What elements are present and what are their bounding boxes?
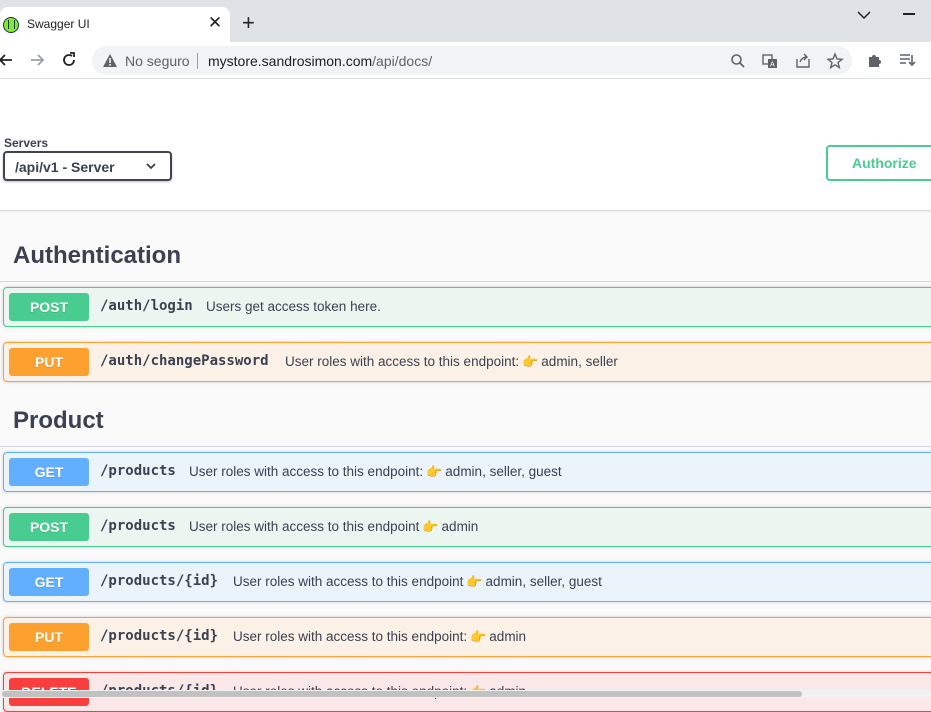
roles-text: admin, seller bbox=[541, 354, 618, 369]
svg-text:A: A bbox=[770, 62, 775, 69]
operation-path: /auth/login bbox=[100, 298, 193, 314]
swagger-favicon-icon bbox=[3, 17, 19, 33]
chevron-down-icon bbox=[146, 163, 156, 170]
method-badge: GET bbox=[9, 458, 89, 486]
method-badge: POST bbox=[9, 513, 89, 541]
operation-get-product-by-id[interactable]: GET /products/{id} User roles with acces… bbox=[3, 562, 931, 602]
minimize-window-icon[interactable] bbox=[903, 13, 915, 15]
description-text: Users get access token here. bbox=[206, 299, 381, 314]
browser-tab-bar: Swagger UI ✕ + bbox=[0, 0, 931, 42]
roles-text: admin bbox=[489, 629, 527, 644]
operation-description: User roles with access to this endpoint 👉… bbox=[189, 519, 478, 535]
section-divider bbox=[0, 281, 931, 282]
omnibox-separator bbox=[197, 53, 198, 69]
method-badge: GET bbox=[9, 568, 89, 596]
close-tab-icon[interactable]: ✕ bbox=[207, 13, 223, 33]
operation-path: /products bbox=[100, 463, 176, 479]
scrollbar-thumb[interactable] bbox=[2, 691, 802, 697]
roles-text: admin bbox=[441, 519, 479, 534]
operation-path: /auth/changePassword bbox=[100, 353, 269, 369]
bookmark-star-icon[interactable] bbox=[826, 52, 844, 70]
server-select[interactable]: /api/v1 - Server bbox=[3, 151, 172, 181]
pointing-hand-icon: 👉 bbox=[466, 574, 483, 589]
share-icon[interactable] bbox=[794, 52, 812, 70]
method-badge: POST bbox=[9, 293, 89, 321]
method-badge: PUT bbox=[9, 348, 89, 376]
warning-icon[interactable] bbox=[102, 53, 118, 68]
address-bar[interactable]: No seguro mystore.sandrosimon.com/api/do… bbox=[92, 46, 852, 75]
authorize-label: Authorize bbox=[852, 155, 917, 171]
horizontal-scrollbar[interactable] bbox=[0, 690, 931, 698]
swagger-header-band bbox=[0, 79, 931, 112]
url-host: mystore.sandrosimon.com bbox=[208, 53, 373, 69]
servers-label: Servers bbox=[4, 136, 49, 150]
section-divider bbox=[0, 446, 931, 447]
operation-description: User roles with access to this endpoint:… bbox=[233, 629, 526, 645]
operation-get-products[interactable]: GET /products User roles with access to … bbox=[3, 452, 931, 492]
browser-toolbar: No seguro mystore.sandrosimon.com/api/do… bbox=[0, 42, 931, 79]
browser-tab[interactable]: Swagger UI ✕ bbox=[0, 7, 230, 42]
translate-icon[interactable]: A bbox=[761, 52, 779, 70]
operation-path: /products/{id} bbox=[100, 573, 219, 589]
description-text: User roles with access to this endpoint bbox=[233, 574, 464, 589]
operation-description: User roles with access to this endpoint 👉… bbox=[233, 574, 602, 590]
roles-text: admin, seller, guest bbox=[445, 464, 562, 479]
forward-arrow-icon[interactable] bbox=[27, 50, 47, 70]
url-path: /api/docs/ bbox=[372, 53, 433, 69]
section-title-authentication[interactable]: Authentication bbox=[13, 242, 181, 270]
operation-path: /products/{id} bbox=[100, 628, 219, 644]
description-text: User roles with access to this endpoint: bbox=[189, 464, 424, 479]
operation-path: /products bbox=[100, 518, 176, 534]
description-text: User roles with access to this endpoint: bbox=[233, 629, 468, 644]
extensions-puzzle-icon[interactable] bbox=[866, 51, 884, 69]
back-arrow-icon[interactable] bbox=[0, 50, 16, 70]
scheme-container: Servers /api/v1 - Server Authorize bbox=[0, 111, 931, 211]
section-title-product[interactable]: Product bbox=[13, 407, 104, 435]
insecure-label[interactable]: No seguro bbox=[125, 53, 190, 69]
operation-put-product-by-id[interactable]: PUT /products/{id} User roles with acces… bbox=[3, 617, 931, 657]
operation-post-products[interactable]: POST /products User roles with access to… bbox=[3, 507, 931, 547]
reload-icon[interactable] bbox=[59, 50, 79, 70]
operation-put-auth-changepassword[interactable]: PUT /auth/changePassword User roles with… bbox=[3, 342, 931, 382]
new-tab-button[interactable]: + bbox=[242, 11, 255, 35]
description-text: User roles with access to this endpoint bbox=[189, 519, 420, 534]
pointing-hand-icon: 👉 bbox=[470, 629, 487, 644]
tab-title: Swagger UI bbox=[27, 17, 90, 31]
selected-server: /api/v1 - Server bbox=[15, 159, 115, 175]
authorize-button[interactable]: Authorize bbox=[826, 145, 931, 181]
pointing-hand-icon: 👉 bbox=[422, 519, 439, 534]
operation-description: User roles with access to this endpoint:… bbox=[189, 464, 562, 480]
method-badge: PUT bbox=[9, 623, 89, 651]
reading-list-icon[interactable] bbox=[898, 51, 916, 69]
operation-post-auth-login[interactable]: POST /auth/login Users get access token … bbox=[3, 287, 931, 327]
tab-search-chevron-icon[interactable] bbox=[855, 8, 873, 22]
pointing-hand-icon: 👉 bbox=[522, 354, 539, 369]
roles-text: admin, seller, guest bbox=[485, 574, 602, 589]
description-text: User roles with access to this endpoint: bbox=[285, 354, 520, 369]
operation-description: User roles with access to this endpoint:… bbox=[285, 354, 618, 370]
operation-description: Users get access token here. bbox=[206, 299, 381, 314]
pointing-hand-icon: 👉 bbox=[426, 464, 443, 479]
zoom-search-icon[interactable] bbox=[729, 52, 747, 70]
url-text[interactable]: mystore.sandrosimon.com/api/docs/ bbox=[208, 53, 432, 69]
